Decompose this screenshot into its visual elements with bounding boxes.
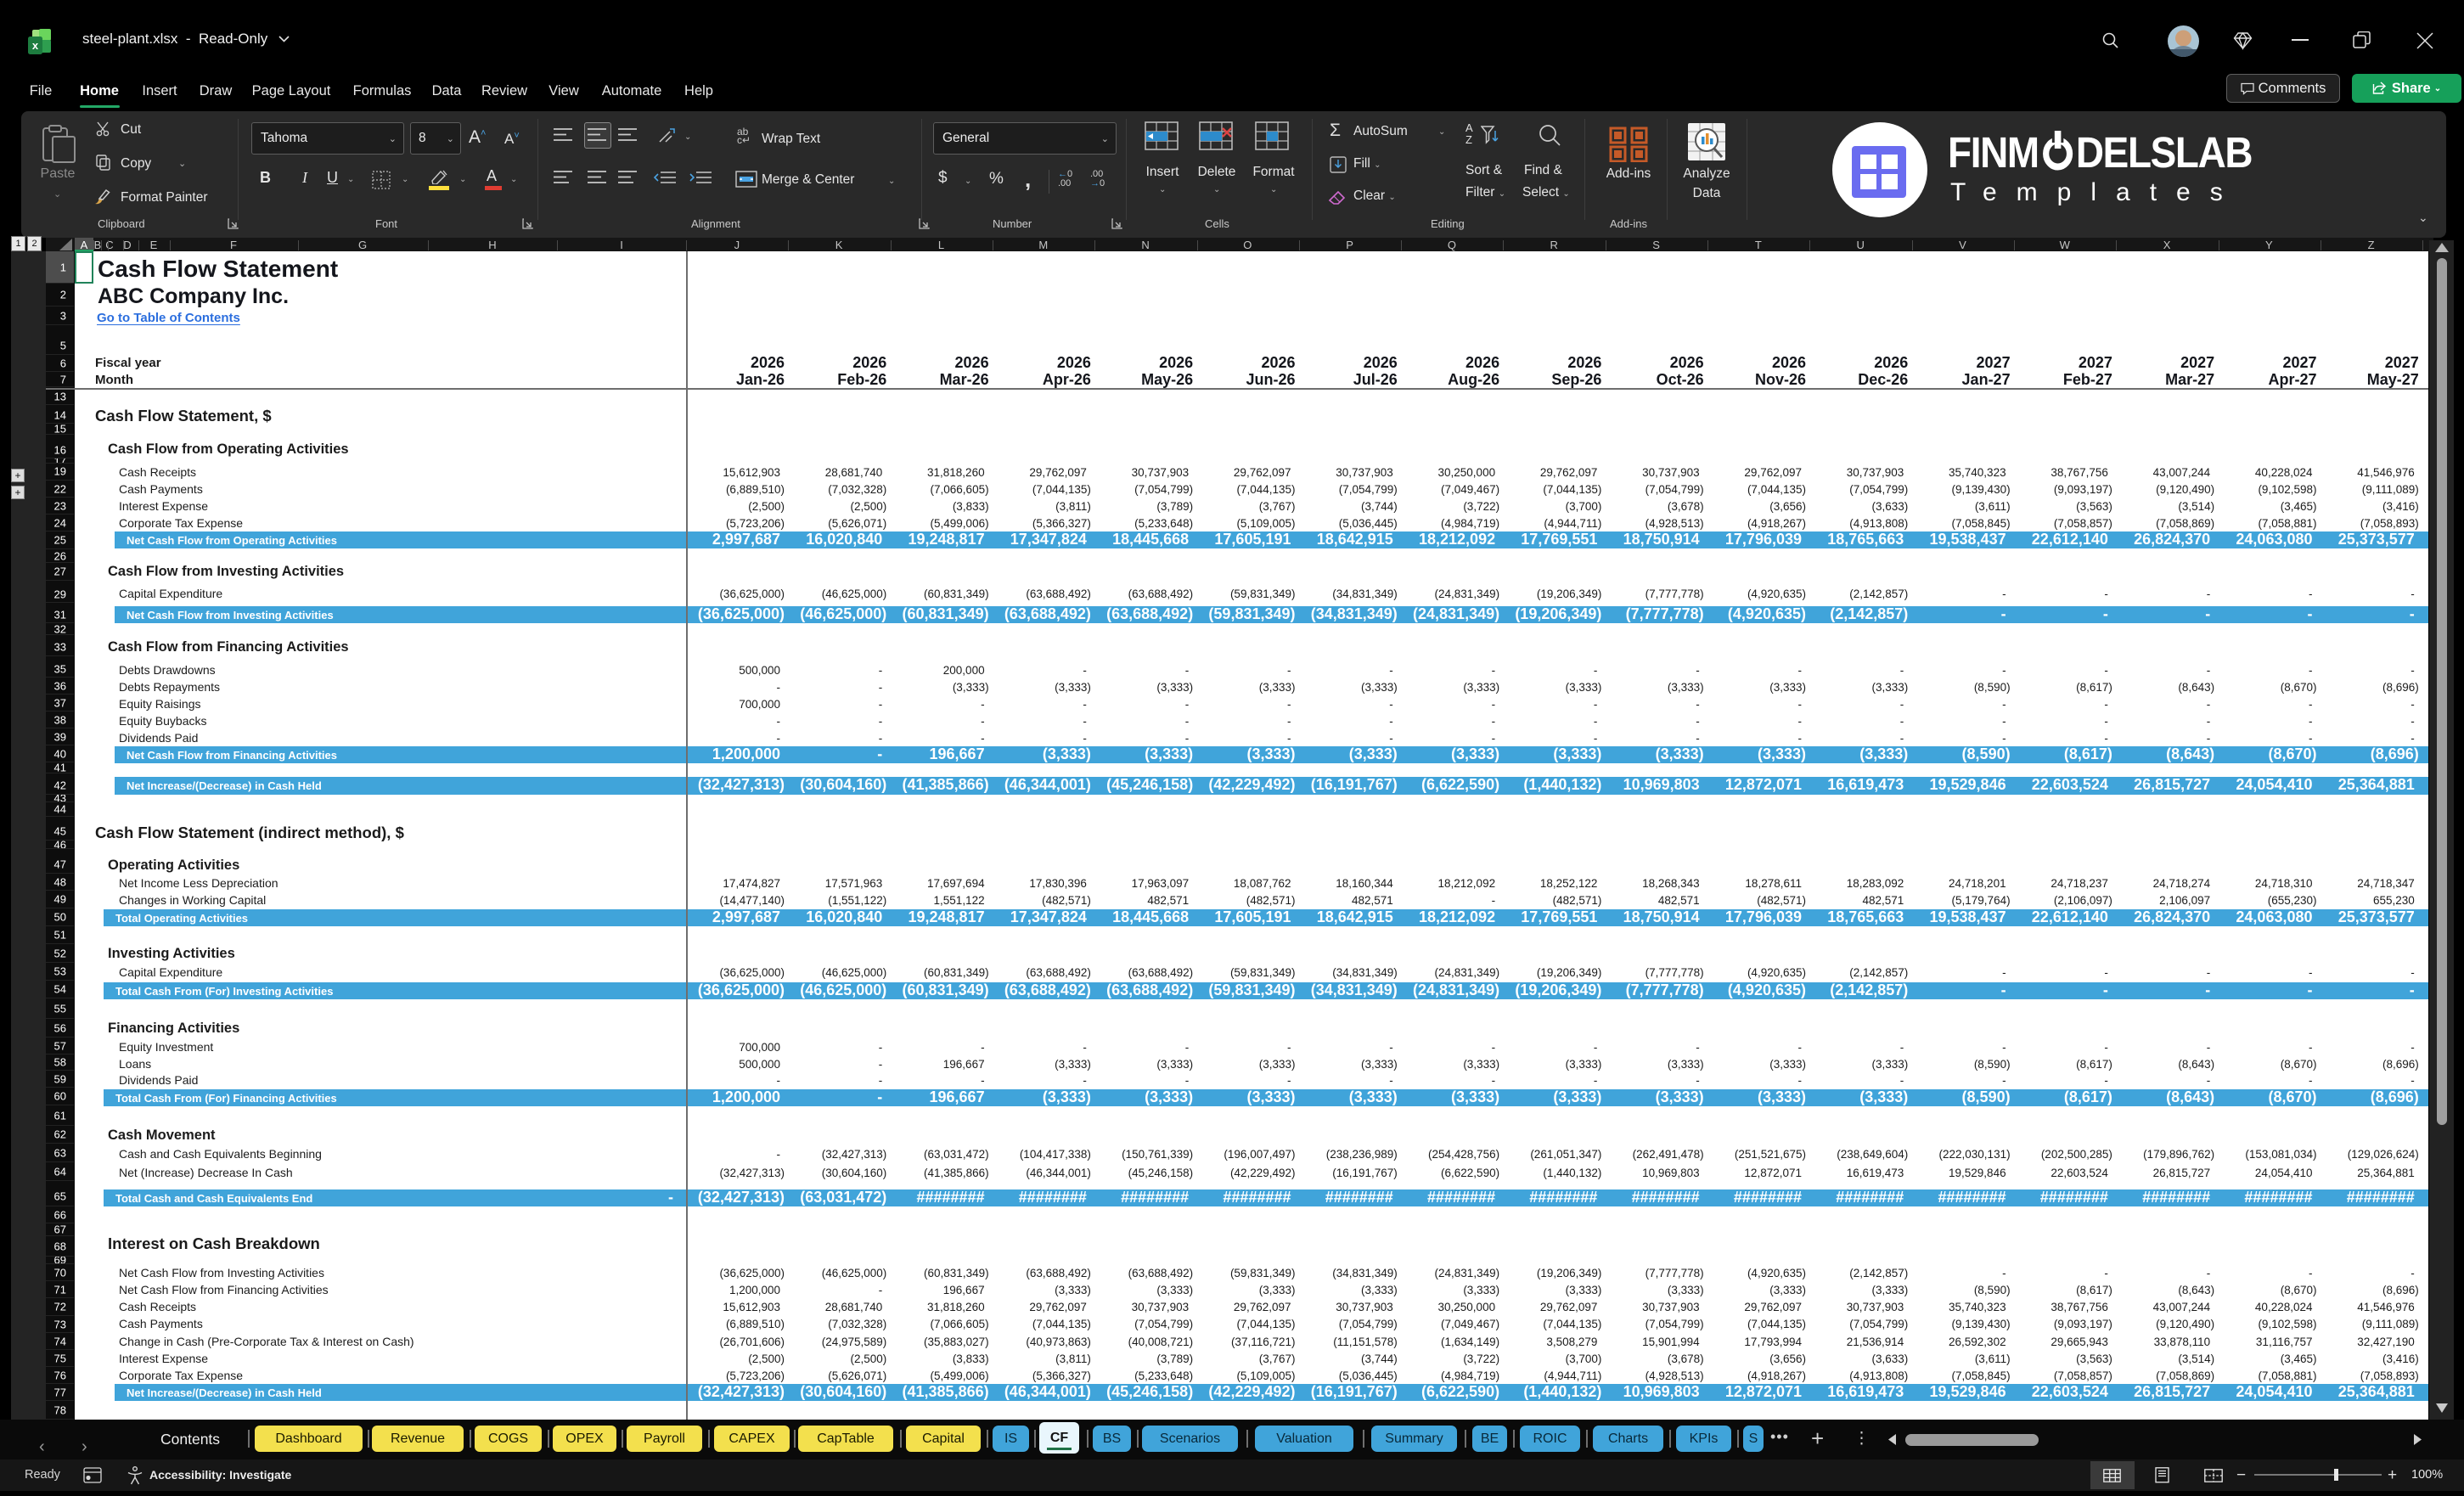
svg-text:x: x [32, 39, 39, 52]
